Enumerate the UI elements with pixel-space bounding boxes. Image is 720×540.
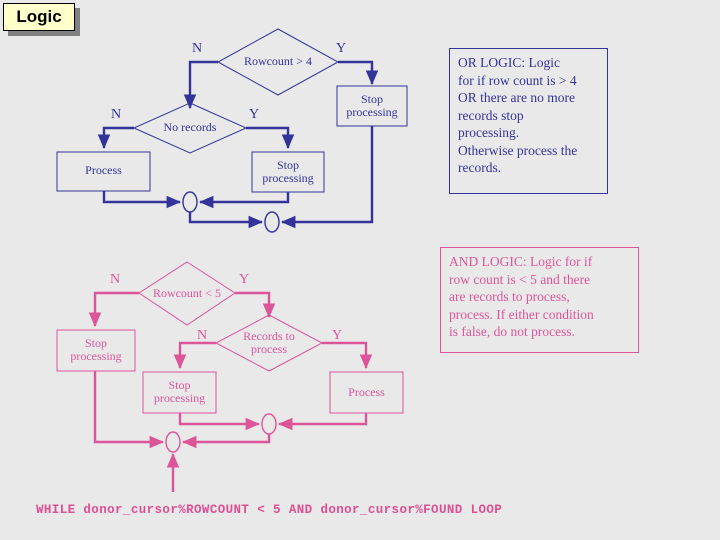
or-rowcount-yes-label: Y: [335, 41, 347, 56]
and-merge-circle-1: [261, 413, 277, 435]
and-process-to-merge1: [278, 413, 368, 431]
or-stop-mid-box-label: Stop processing: [262, 158, 314, 185]
or-logic-note: OR LOGIC: Logic for if row count is > 4 …: [449, 48, 608, 194]
or-merge1-to-merge2: [188, 212, 263, 229]
and-stop-mid-box-label: Stop processing: [153, 378, 206, 405]
or-rowcount-decision-label: Rowcount > 4: [243, 54, 313, 68]
or-merge-circle-1: [182, 191, 198, 213]
or-norecords-no-label: N: [110, 107, 122, 122]
and-merge-circle-2: [165, 431, 181, 453]
or-rowcount-no-edge: [183, 60, 218, 109]
or-merge-circle-2: [264, 211, 280, 233]
and-stop-left-box-label: Stop processing: [70, 336, 122, 363]
and-records-decision-label: Records to process: [243, 329, 295, 356]
and-logic-note: AND LOGIC: Logic for if row count is < 5…: [440, 247, 639, 353]
or-rowcount-no-label: N: [191, 41, 203, 56]
and-stopmid-to-merge1: [178, 413, 260, 431]
slide-canvas: Logic Rowcount > 4 N Y No records N Y Pr…: [0, 0, 720, 540]
and-process-box-label: Process: [348, 385, 385, 399]
or-norecords-no-edge: [97, 126, 134, 149]
and-records-no-edge: [173, 341, 216, 369]
or-norecords-yes-label: Y: [248, 107, 260, 122]
or-stop-right-box-label: Stop processing: [346, 92, 398, 119]
or-rowcount-yes-edge: [338, 60, 379, 85]
or-norecords-yes-edge: [246, 126, 295, 149]
and-rowcount-yes-label: Y: [238, 272, 250, 287]
while-loop-code: WHILE donor_cursor%ROWCOUNT < 5 AND dono…: [36, 503, 503, 517]
or-process-to-merge1: [102, 191, 181, 209]
or-stopmid-to-merge1: [199, 192, 290, 209]
and-rowcount-no-label: N: [109, 272, 121, 287]
and-records-yes-label: Y: [331, 328, 343, 343]
or-process-box-label: Process: [85, 163, 122, 177]
and-merge1-to-merge2: [182, 434, 271, 449]
or-norecords-decision-label: No records: [163, 120, 217, 134]
and-records-yes-edge: [322, 341, 373, 369]
and-records-no-label: N: [196, 328, 208, 343]
and-rowcount-decision-label: Rowcount < 5: [152, 286, 222, 300]
